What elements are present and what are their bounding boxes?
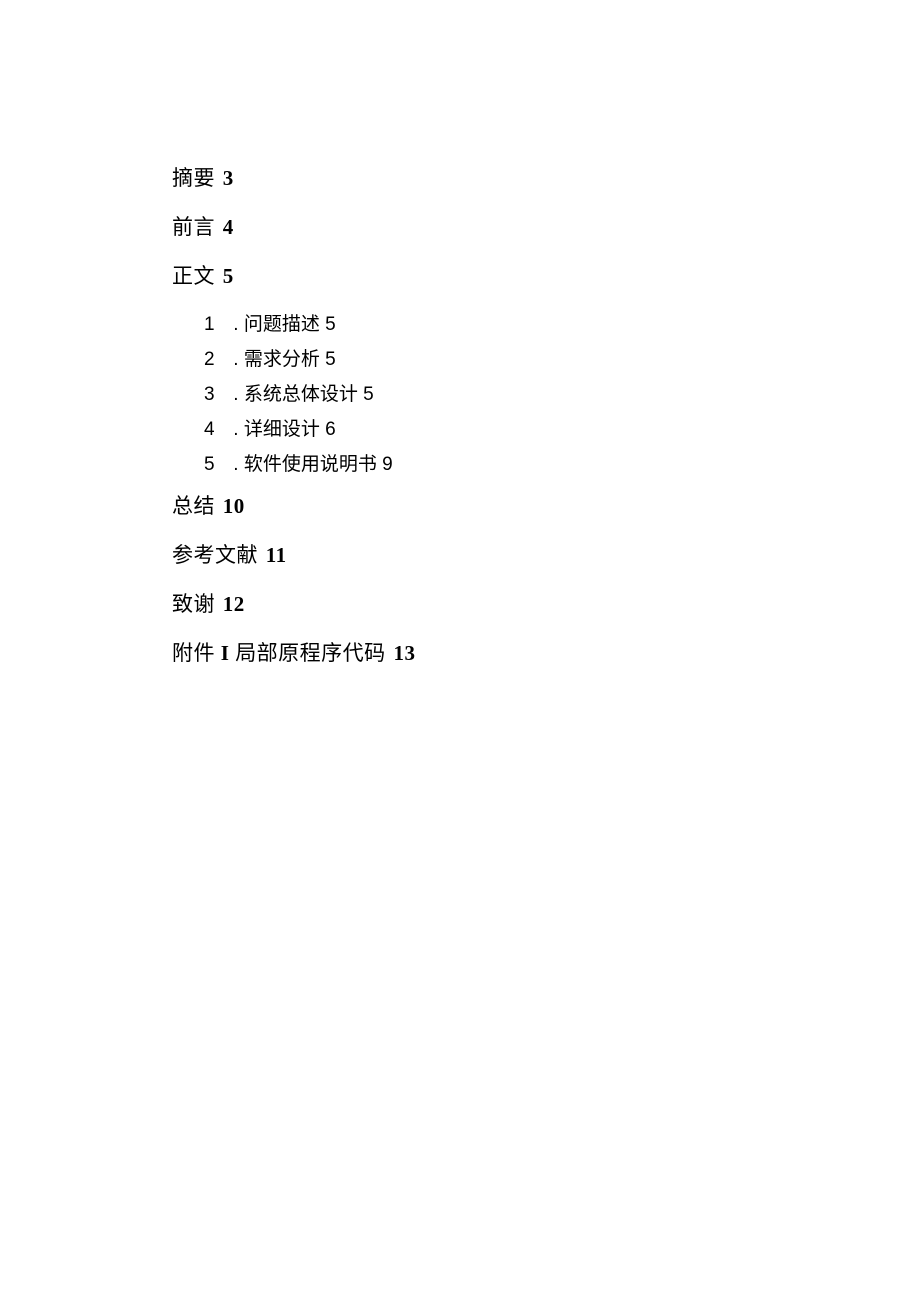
toc-label: 前言 [172, 215, 215, 239]
toc-sub-entry: 4 . 详细设计 6 [204, 420, 920, 439]
toc-entry-references: 参考文献 11 [172, 545, 920, 566]
toc-sub-label: . 问题描述 5 [233, 314, 335, 335]
toc-label: 参考文献 [172, 543, 258, 567]
toc-sub-number: 2 [204, 350, 222, 369]
toc-label: 致谢 [172, 592, 215, 616]
toc-sub-label: . 需求分析 5 [233, 349, 335, 370]
toc-entry-conclusion: 总结 10 [172, 496, 920, 517]
toc-sub-entry: 3 . 系统总体设计 5 [204, 385, 920, 404]
toc-entry-acknowledgments: 致谢 12 [172, 594, 920, 615]
toc-entry-preface: 前言 4 [172, 217, 920, 238]
toc-sub-entry: 5 . 软件使用说明书 9 [204, 455, 920, 474]
toc-page-number: 12 [223, 592, 245, 616]
toc-page-number: 10 [223, 494, 245, 518]
toc-sub-label: . 系统总体设计 5 [233, 384, 373, 405]
toc-page-number: 3 [223, 166, 234, 190]
toc-sub-label: . 详细设计 6 [233, 419, 335, 440]
toc-label: 摘要 [172, 166, 215, 190]
toc-label: 正文 [172, 264, 215, 288]
toc-entry-abstract: 摘要 3 [172, 168, 920, 189]
toc-sub-number: 4 [204, 420, 222, 439]
toc-sub-number: 5 [204, 455, 222, 474]
toc-sub-list: 1 . 问题描述 5 2 . 需求分析 5 3 . 系统总体设计 5 4 . 详… [172, 315, 920, 474]
toc-label: 总结 [172, 494, 215, 518]
toc-sub-number: 3 [204, 385, 222, 404]
toc-entry-body: 正文 5 [172, 266, 920, 287]
toc-page-number: 4 [223, 215, 234, 239]
toc-appendix-label: 局部原程序代码 [235, 641, 386, 665]
toc-appendix-prefix: 附件 [172, 641, 215, 665]
toc-page-number: 13 [393, 641, 415, 665]
toc-entry-appendix: 附件 I 局部原程序代码 13 [172, 643, 920, 664]
toc-sub-number: 1 [204, 315, 222, 334]
toc-page-number: 5 [223, 264, 234, 288]
toc-appendix-roman: I [221, 641, 230, 665]
toc-page-number: 11 [266, 543, 287, 567]
toc-sub-entry: 1 . 问题描述 5 [204, 315, 920, 334]
toc-sub-label: . 软件使用说明书 9 [233, 454, 392, 475]
toc-sub-entry: 2 . 需求分析 5 [204, 350, 920, 369]
